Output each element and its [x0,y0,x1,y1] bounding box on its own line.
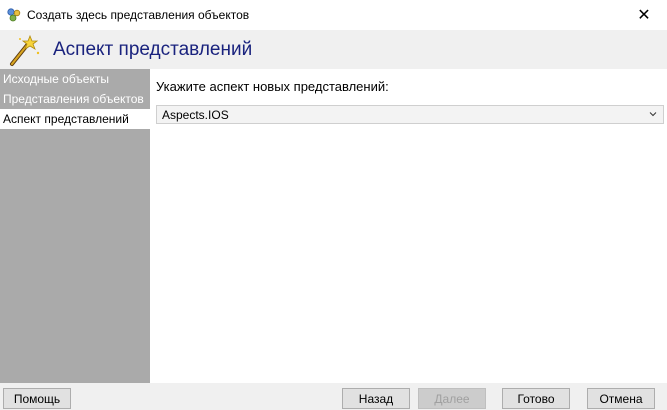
aspect-select[interactable]: Aspects.IOS [156,105,664,124]
app-icon [7,8,21,22]
page-title: Аспект представлений [53,39,253,60]
title-bar: Создать здесь представления объектов ✕ [0,0,667,30]
back-button[interactable]: Назад [342,388,410,409]
cancel-button[interactable]: Отмена [587,388,655,409]
window-title: Создать здесь представления объектов [27,8,250,22]
wizard-steps-sidebar: Исходные объекты Представления объектов … [0,69,150,383]
aspect-prompt-label: Укажите аспект новых представлений: [156,79,389,94]
sidebar-item-views-aspect[interactable]: Аспект представлений [0,109,150,129]
chevron-down-icon [649,112,657,117]
help-button[interactable]: Помощь [3,388,71,409]
wizard-footer: Помощь Назад Далее Готово Отмена [0,383,667,410]
wizard-wand-icon [10,34,40,66]
wizard-header: Аспект представлений [0,30,667,69]
sidebar-item-source-objects[interactable]: Исходные объекты [0,69,150,89]
aspect-select-value: Aspects.IOS [162,108,229,122]
close-icon: ✕ [637,7,651,24]
next-button[interactable]: Далее [418,388,486,409]
close-button[interactable]: ✕ [621,0,667,30]
sidebar-item-object-views[interactable]: Представления объектов [0,89,150,109]
wizard-content: Укажите аспект новых представлений: Aspe… [150,69,667,383]
finish-button[interactable]: Готово [502,388,570,409]
